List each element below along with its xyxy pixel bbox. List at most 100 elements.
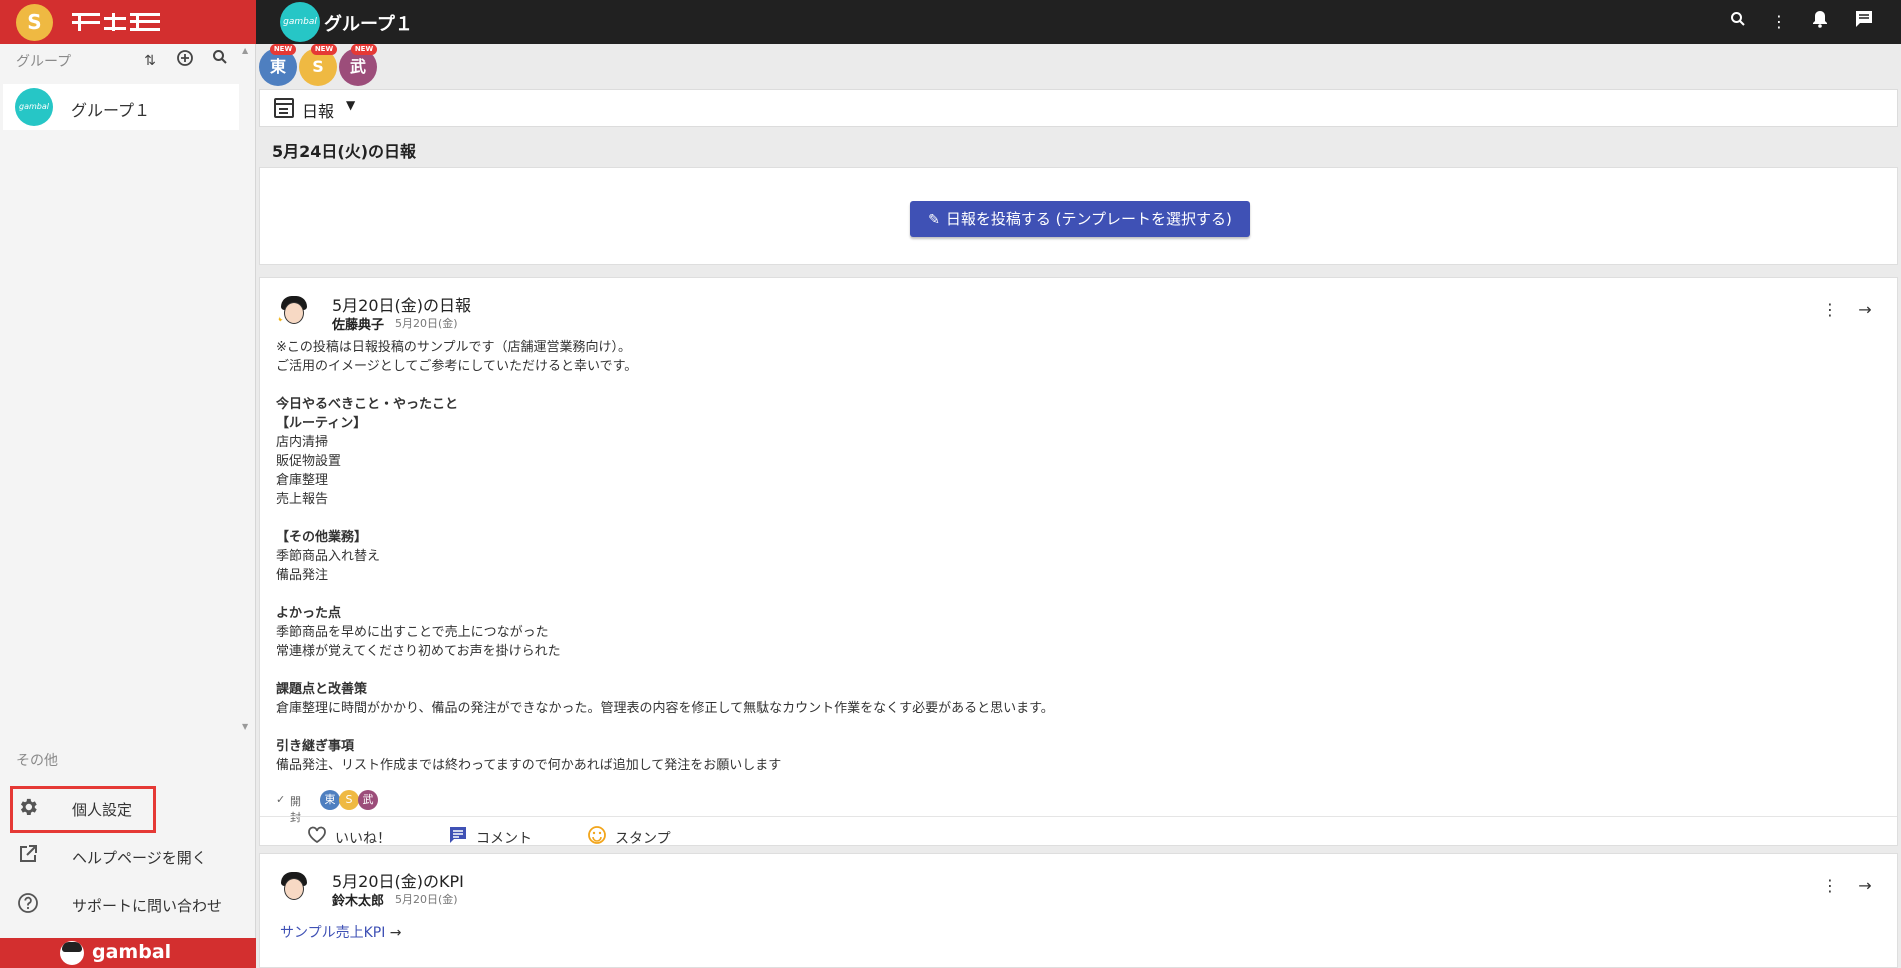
post-body-line: 店内清掃 [276, 435, 329, 450]
gear-icon [16, 796, 40, 820]
post-body-line: 常連様が覚えてくださり初めてお声を掛けられた [276, 644, 561, 659]
help-circle-icon [16, 892, 40, 916]
page-title: グループ１ [324, 14, 413, 35]
post-body-line: 引き継ぎ事項 [276, 739, 355, 754]
post-body: ※この投稿は日報投稿のサンプルです（店舗運営業務向け）。 ご活用のイメージとしてご… [276, 338, 1856, 775]
kpi-card: 5月20日(金)のKPI 鈴木太郎 5月20日(金) ⋮ → サンプル売上KPI… [259, 853, 1898, 968]
action-label: コメント [476, 831, 532, 847]
personal-settings-item[interactable]: 個人設定 [0, 786, 256, 830]
post-body-line: よかった点 [276, 606, 342, 621]
author-name: 鈴木太郎 [332, 894, 385, 909]
reader-avatar: 東 [320, 790, 340, 810]
more-vert-icon[interactable]: ⋮ [1767, 10, 1791, 34]
post-body-line [276, 661, 1856, 680]
user-avatar[interactable]: S [16, 4, 53, 41]
groups-label: グループ [16, 54, 72, 70]
dropdown-arrow-icon: ▼ [346, 98, 356, 112]
kpi-link[interactable]: サンプル売上KPI → [280, 922, 402, 942]
calendar-icon [274, 98, 294, 118]
post-body-line [276, 509, 1856, 528]
contact-support-item[interactable]: サポートに問い合わせ [0, 882, 256, 926]
post-body-line [276, 585, 1856, 604]
comment-icon [446, 825, 470, 849]
post-body-line: 売上報告 [276, 492, 329, 507]
heart-outline-icon [305, 825, 329, 849]
arrow-right-icon[interactable]: → [1853, 298, 1877, 322]
sidebar-item-group-1[interactable]: gambal グループ１ [3, 84, 239, 130]
post-area: ✎ 日報を投稿する (テンプレートを選択する) [259, 167, 1898, 265]
post-body-line: 季節商品を早めに出すことで売上につながった [276, 625, 549, 640]
top-app-bar: gambal グループ１ ⋮ [256, 0, 1901, 44]
post-body-line: 備品発注 [276, 568, 329, 583]
post-report-button[interactable]: ✎ 日報を投稿する (テンプレートを選択する) [910, 201, 1250, 237]
more-vert-icon[interactable]: ⋮ [1818, 874, 1842, 898]
card-actions: いいね！ コメント スタンプ [260, 816, 1897, 856]
action-label: いいね！ [335, 831, 391, 847]
sidebar-footer: gambal [0, 938, 256, 968]
author-avatar[interactable] [276, 868, 312, 904]
kpi-link-label: サンプル売上KPI [280, 925, 386, 941]
group-avatar: gambal [15, 88, 53, 126]
member-initial: S [312, 57, 324, 76]
menu-label: サポートに問い合わせ [72, 897, 223, 915]
action-label: スタンプ [615, 831, 671, 847]
reader-avatar: 武 [358, 790, 378, 810]
search-icon[interactable] [1726, 10, 1750, 34]
post-button-label: 日報を投稿する (テンプレートを選択する) [945, 210, 1232, 228]
member-initial: 武 [349, 57, 366, 76]
menu-label: 個人設定 [72, 801, 133, 819]
scroll-down-icon[interactable]: ▼ [242, 722, 248, 731]
new-badge: NEW [351, 44, 377, 55]
post-body-line [276, 376, 1856, 395]
post-body-line: ※この投稿は日報投稿のサンプルです（店舗運営業務向け）。 [276, 340, 632, 355]
company-logo [72, 13, 162, 31]
sort-icon[interactable]: ⇅ [138, 49, 162, 73]
post-body-line: 販促物設置 [276, 454, 342, 469]
chat-icon[interactable] [1852, 10, 1876, 34]
post-body-line: ご活用のイメージとしてご参考にしていただけると幸いです。 [276, 359, 638, 374]
filter-label: 日報 [302, 102, 335, 121]
mascot-icon [60, 941, 84, 965]
new-badge: NEW [270, 44, 296, 55]
check-icon: ✓ [276, 793, 286, 806]
help-page-item[interactable]: ヘルプページを開く [0, 834, 256, 878]
search-icon[interactable] [208, 49, 232, 73]
pencil-icon: ✎ [928, 212, 940, 228]
post-body-line [276, 718, 1856, 737]
add-circle-icon[interactable] [173, 49, 197, 73]
post-body-line: 備品発注、リスト作成までは終わってますので何かあれば追加して発注をお願いします [276, 758, 782, 773]
post-body-line: 季節商品入れ替え [276, 549, 381, 564]
more-vert-icon[interactable]: ⋮ [1818, 298, 1842, 322]
scroll-up-icon[interactable]: ▲ [242, 46, 248, 55]
section-title: 5月24日(火)の日報 [272, 142, 417, 161]
arrow-right-icon: → [389, 925, 402, 941]
post-date: 5月20日(金) [395, 317, 458, 330]
card-title[interactable]: 5月20日(金)の日報 [332, 292, 471, 316]
report-type-filter[interactable]: 日報 ▼ [259, 89, 1898, 127]
open-in-new-icon [16, 844, 40, 868]
post-body-line: 課題点と改善策 [276, 682, 368, 697]
post-body-line: 今日やるべきこと・やったこと [276, 397, 459, 412]
post-body-line: 【その他業務】 [276, 530, 368, 545]
post-body-line: 倉庫整理 [276, 473, 329, 488]
report-card: ✦ ✦ 5月20日(金)の日報 佐藤典子 5月20日(金) ⋮ → ※この投稿は… [259, 277, 1898, 847]
brand-header: S [0, 0, 256, 44]
post-body-line: 【ルーティン】 [276, 416, 367, 431]
smiley-icon [585, 825, 609, 849]
bell-icon[interactable] [1808, 10, 1832, 34]
reader-avatar: S [339, 790, 359, 810]
member-initial: 東 [269, 57, 286, 76]
sidebar: S グループ ⇅ ▲ gambal グループ１ ▼ その他 個人設定 ヘルプペー… [0, 0, 256, 968]
author-name: 佐藤典子 [332, 318, 385, 333]
group-name: グループ１ [71, 101, 151, 120]
card-title[interactable]: 5月20日(金)のKPI [332, 868, 464, 892]
arrow-right-icon[interactable]: → [1853, 874, 1877, 898]
author-avatar[interactable]: ✦ ✦ [276, 292, 312, 328]
menu-label: ヘルプページを開く [72, 849, 207, 867]
group-avatar: gambal [280, 2, 320, 42]
new-badge: NEW [311, 44, 337, 55]
groups-header: グループ ⇅ [0, 44, 256, 80]
post-date: 5月20日(金) [395, 893, 458, 906]
footer-logo: gambal [92, 941, 172, 963]
other-section-label: その他 [16, 753, 58, 769]
